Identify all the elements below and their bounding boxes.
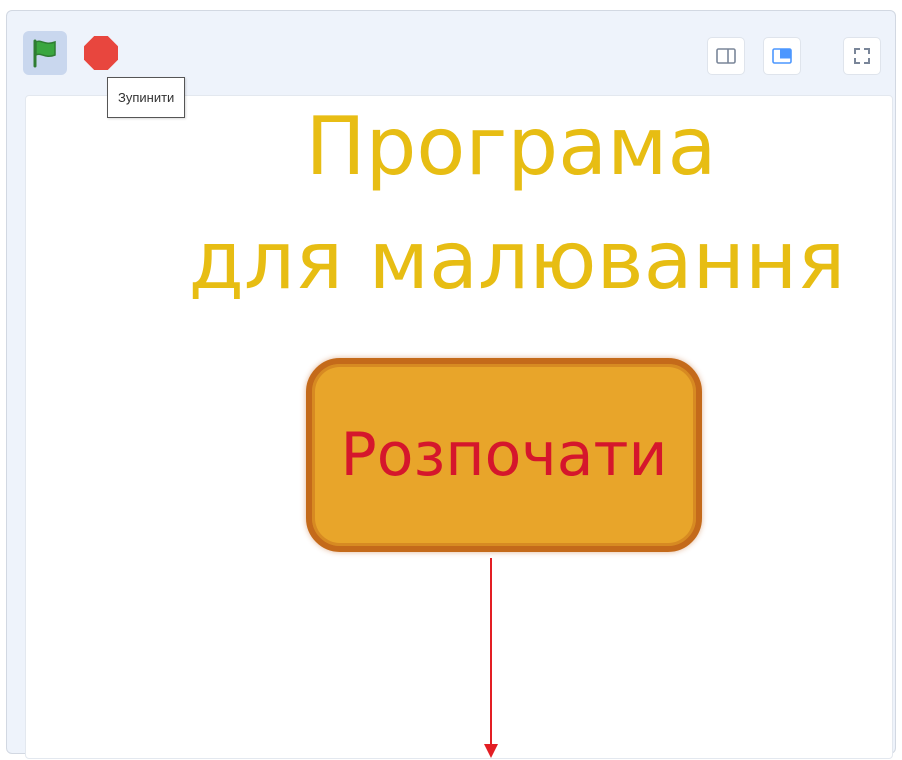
title-line-2: для малювання [188,214,846,307]
small-stage-button[interactable] [707,37,745,75]
small-stage-icon [716,48,736,64]
title-line-1: Програма [305,100,717,193]
stop-button[interactable] [79,31,123,75]
stop-icon [84,36,118,70]
fullscreen-icon [854,48,870,64]
green-flag-icon [33,39,56,68]
stop-tooltip: Зупинити [107,77,186,118]
normal-stage-icon [772,48,792,64]
player-frame: Зупинити Програма для малювання Розпочат… [6,10,896,759]
start-button[interactable]: Розпочати [306,358,702,552]
arrow-line [490,558,492,746]
normal-stage-button[interactable] [763,37,801,75]
stage-controls-bar: Зупинити [7,11,895,118]
arrow-head [484,744,498,758]
fullscreen-button[interactable] [843,37,881,75]
start-button-label: Розпочати [340,420,668,490]
green-flag-button[interactable] [23,31,67,75]
stage-canvas[interactable]: Програма для малювання Розпочати [25,95,893,759]
